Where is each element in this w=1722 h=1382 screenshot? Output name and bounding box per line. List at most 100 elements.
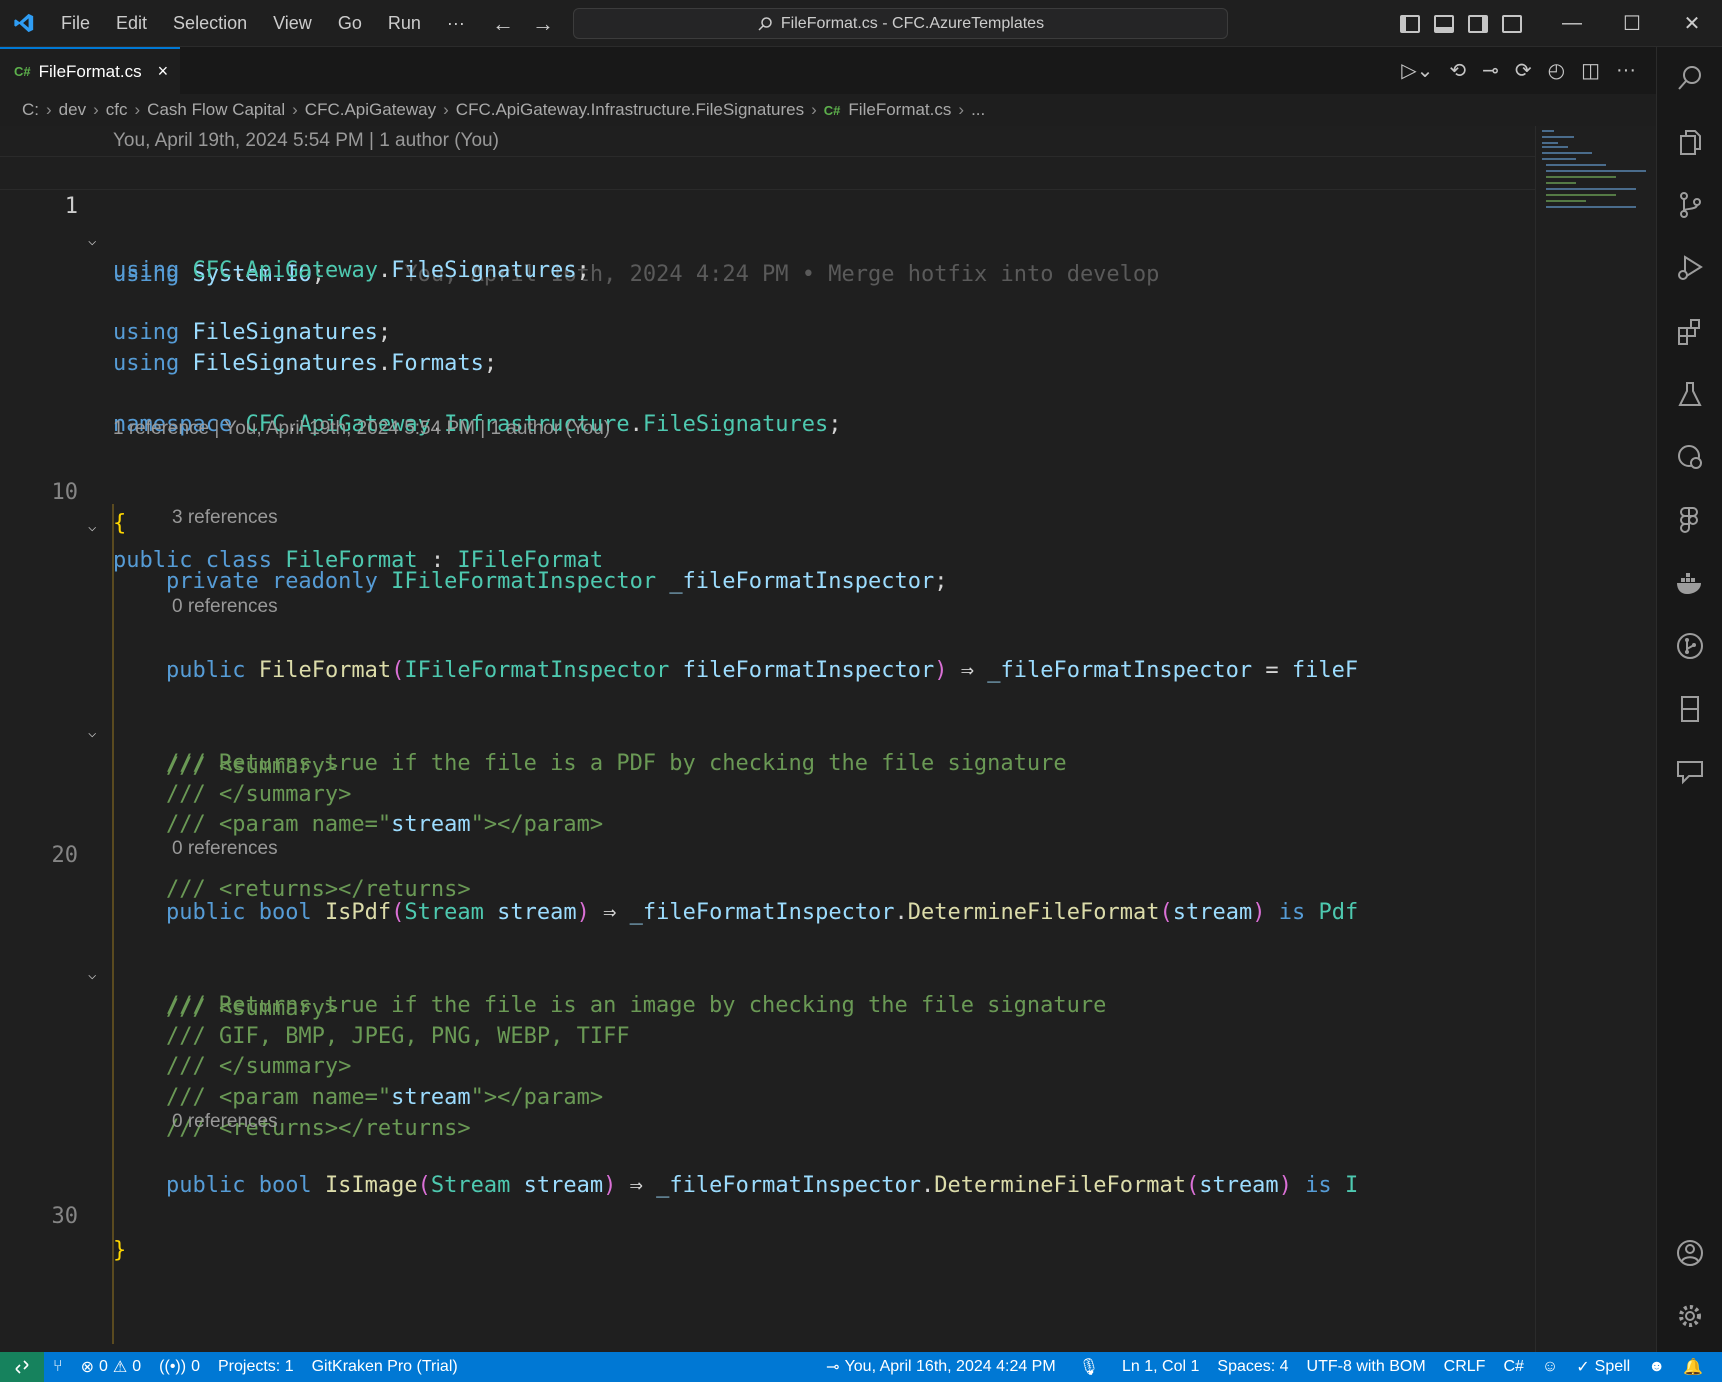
- codelens-ctor-references[interactable]: 0 references: [172, 592, 278, 622]
- tab-close-icon[interactable]: ×: [158, 61, 169, 82]
- breadcrumb-chevron-icon: ›: [958, 100, 965, 119]
- menu-run[interactable]: Run: [375, 0, 434, 47]
- command-center-search[interactable]: FileFormat.cs - CFC.AzureTemplates: [573, 8, 1228, 39]
- accounts-icon[interactable]: [1657, 1228, 1722, 1278]
- menu-edit[interactable]: Edit: [103, 0, 160, 47]
- remote-explorer-icon[interactable]: [1657, 432, 1722, 482]
- code-line-16: ⌵ /// <summary>: [0, 682, 1535, 779]
- broadcast-icon: ((•)): [159, 1358, 187, 1375]
- docker-icon[interactable]: [1657, 558, 1722, 608]
- minimize-icon[interactable]: —: [1542, 0, 1602, 47]
- breadcrumb-chevron-icon: ›: [443, 100, 449, 119]
- extensions-icon[interactable]: [1657, 306, 1722, 356]
- menu-go[interactable]: Go: [325, 0, 375, 47]
- code-line-23: ⌵ /// <summary>: [0, 924, 1535, 1021]
- source-control-icon[interactable]: [1657, 180, 1722, 230]
- title-bar: File Edit Selection View Go Run ··· ← → …: [0, 0, 1722, 47]
- breadcrumb-symbols[interactable]: ...: [971, 100, 985, 120]
- blame-status[interactable]: ⊸ You, April 16th, 2024 4:24 PM: [817, 1357, 1065, 1377]
- breadcrumb-cash-flow-capital[interactable]: Cash Flow Capital: [147, 100, 285, 120]
- codelens-file-authors[interactable]: You, April 19th, 2024 5:54 PM | 1 author…: [113, 126, 499, 156]
- split-editor-icon[interactable]: ◫: [1581, 58, 1600, 83]
- cursor-position[interactable]: Ln 1, Col 1: [1113, 1358, 1208, 1376]
- more-actions-icon[interactable]: ···: [1616, 59, 1636, 82]
- gitlens-commit-icon[interactable]: ⊸: [1482, 58, 1499, 83]
- run-and-debug-icon[interactable]: [1657, 243, 1722, 293]
- gitlens-icon[interactable]: [1657, 621, 1722, 671]
- codelens-ispdf-references[interactable]: 0 references: [172, 834, 278, 864]
- indentation-status[interactable]: Spaces: 4: [1208, 1358, 1297, 1376]
- explorer-icon[interactable]: [1657, 117, 1722, 167]
- maximize-icon[interactable]: ☐: [1602, 0, 1662, 47]
- command-center-text: FileFormat.cs - CFC.AzureTemplates: [780, 14, 1045, 32]
- manage-gear-icon[interactable]: [1657, 1291, 1722, 1341]
- notifications-bell-icon[interactable]: 🔔: [1674, 1357, 1712, 1377]
- comments-icon[interactable]: [1657, 747, 1722, 797]
- toggle-panel-icon[interactable]: [1434, 14, 1454, 33]
- run-debug-icon[interactable]: ▷⌄: [1401, 58, 1433, 83]
- code-line-27: /// <param name="stream"></param>: [165, 1085, 604, 1110]
- editor-tabs: C# FileFormat.cs × ▷⌄ ⟲ ⊸ ⟳ ◴ ◫ ···: [0, 47, 1656, 94]
- menu-file[interactable]: File: [48, 0, 103, 47]
- spell-status[interactable]: ✓ Spell: [1567, 1357, 1639, 1377]
- breadcrumb-filesignatures[interactable]: CFC.ApiGateway.Infrastructure.FileSignat…: [456, 100, 804, 120]
- gitlens-previous-revision-icon[interactable]: ⟲: [1449, 58, 1466, 83]
- code-line-6: using FileSignatures.Formats;: [113, 351, 498, 376]
- language-mode[interactable]: C#: [1494, 1358, 1532, 1376]
- breadcrumb-drive[interactable]: C:: [22, 100, 39, 120]
- code-line-18: /// </summary>: [165, 782, 352, 807]
- branch-graph-icon[interactable]: ⑂: [44, 1358, 72, 1376]
- menu-more[interactable]: ···: [434, 0, 478, 47]
- code-editor[interactable]: You, April 19th, 2024 5:54 PM | 1 author…: [0, 126, 1535, 1352]
- timeline-icon[interactable]: ◴: [1548, 58, 1565, 83]
- toggle-primary-sidebar-icon[interactable]: [1400, 14, 1420, 33]
- code-line-12: private readonly IFileFormatInspector _f…: [165, 569, 948, 594]
- customize-layout-icon[interactable]: [1502, 14, 1522, 33]
- search-icon: [758, 16, 772, 31]
- copilot-icon[interactable]: ☺: [1533, 1358, 1567, 1376]
- feedback-icon[interactable]: ☻: [1639, 1358, 1674, 1376]
- problems-status[interactable]: ⊗ 0 ⚠ 0: [72, 1357, 151, 1377]
- forward-arrow-icon[interactable]: →: [532, 11, 554, 37]
- projects-status[interactable]: Projects: 1: [209, 1358, 303, 1376]
- testing-icon[interactable]: [1657, 369, 1722, 419]
- activity-bar: [1656, 47, 1722, 1352]
- menu-bar: File Edit Selection View Go Run ···: [48, 0, 478, 47]
- codelens-class-references[interactable]: 1 reference | You, April 19th, 2024 5:54…: [113, 414, 610, 444]
- line-number: 30: [51, 1204, 79, 1229]
- ports-status[interactable]: ((•)) 0: [150, 1358, 209, 1376]
- commit-icon: ⊸: [826, 1359, 840, 1376]
- codelens-isimage-references[interactable]: 0 references: [172, 1107, 278, 1137]
- remote-indicator-icon[interactable]: [0, 1352, 44, 1382]
- toggle-secondary-sidebar-icon[interactable]: [1468, 14, 1488, 33]
- code-line-3: using CFC.ApiGateway.FileSignatures;: [113, 258, 590, 283]
- back-arrow-icon[interactable]: ←: [492, 11, 514, 37]
- gitlens-next-revision-icon[interactable]: ⟳: [1515, 58, 1532, 83]
- breadcrumb-file[interactable]: FileFormat.cs: [848, 100, 951, 120]
- line-number: 1: [64, 194, 78, 219]
- gitkraken-status[interactable]: GitKraken Pro (Trial): [303, 1358, 467, 1376]
- close-window-icon[interactable]: ✕: [1662, 0, 1722, 47]
- check-icon: ✓: [1576, 1359, 1590, 1376]
- status-bar: ⑂ ⊗ 0 ⚠ 0 ((•)) 0 Projects: 1 GitKraken Pro…: [0, 1352, 1722, 1382]
- bookmarks-icon[interactable]: [1657, 684, 1722, 734]
- microphone-icon[interactable]: 🎙: [1065, 1357, 1113, 1377]
- encoding-status[interactable]: UTF-8 with BOM: [1298, 1358, 1435, 1376]
- figma-icon[interactable]: [1657, 495, 1722, 545]
- breadcrumb: C: › dev › cfc › Cash Flow Capital › CFC.Api…: [0, 94, 1656, 126]
- breadcrumb-cfc[interactable]: cfc: [106, 100, 128, 120]
- minimap[interactable]: [1535, 126, 1656, 1352]
- menu-view[interactable]: View: [260, 0, 325, 47]
- menu-selection[interactable]: Selection: [160, 0, 260, 47]
- eol-status[interactable]: CRLF: [1435, 1358, 1495, 1376]
- csharp-file-icon: C#: [823, 102, 841, 118]
- code-line-1: 1 ⌵ using System.IO; You, April 16th, 20…: [0, 156, 1535, 287]
- search-icon[interactable]: [1657, 53, 1722, 103]
- breadcrumb-dev[interactable]: dev: [59, 100, 86, 120]
- breadcrumb-apigateway[interactable]: CFC.ApiGateway: [305, 100, 436, 120]
- tab-label: FileFormat.cs: [38, 61, 142, 81]
- breadcrumb-chevron-icon: ›: [46, 100, 52, 119]
- codelens-field-references[interactable]: 3 references: [172, 503, 278, 533]
- breadcrumb-chevron-icon: ›: [93, 100, 99, 119]
- tab-fileformat-cs[interactable]: C# FileFormat.cs ×: [0, 47, 180, 94]
